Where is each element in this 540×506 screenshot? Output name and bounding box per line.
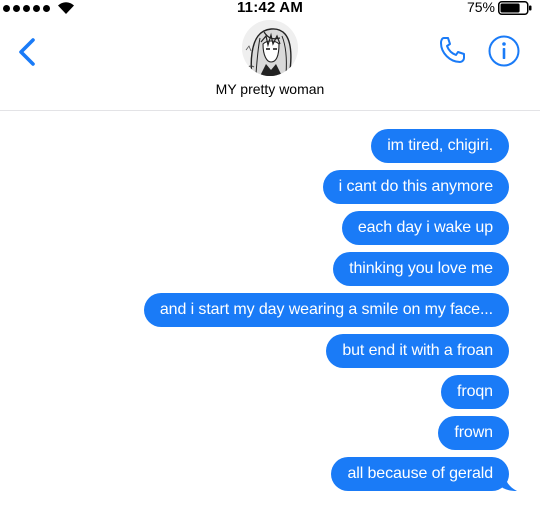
message-thread: im tired, chigiri. i cant do this anymor… [0, 110, 540, 506]
contact-avatar-image [242, 20, 298, 76]
sent-message-bubble[interactable]: all because of gerald [331, 457, 509, 491]
message-row: and i start my day wearing a smile on my… [143, 293, 509, 327]
sent-message-bubble[interactable]: frown [438, 416, 509, 450]
sent-message-bubble[interactable]: thinking you love me [333, 252, 509, 286]
message-row: thinking you love me [333, 252, 509, 286]
status-bar: 11:42 AM 75% [0, 0, 540, 18]
message-row: im tired, chigiri. [371, 129, 509, 163]
message-row: but end it with a froan [326, 334, 509, 368]
battery-percent: 75% [466, 0, 495, 15]
sent-message-bubble[interactable]: but end it with a froan [326, 334, 509, 368]
message-row: i cant do this anymore [322, 170, 509, 204]
message-row: froqn [441, 375, 509, 409]
message-row: each day i wake up [341, 211, 509, 245]
sent-message-bubble[interactable]: i cant do this anymore [322, 170, 509, 204]
status-time: 11:42 AM [236, 0, 304, 16]
message-row: all because of gerald [331, 457, 517, 491]
messages-screen: 11:42 AM 75% MY pretty woman im tired, c… [0, 0, 540, 506]
battery-icon [498, 1, 532, 15]
sent-message-bubble[interactable]: froqn [441, 375, 509, 409]
contact-name[interactable]: MY pretty woman [0, 81, 540, 97]
avatar[interactable] [242, 20, 298, 76]
message-row: frown [438, 416, 509, 450]
back-button[interactable] [16, 34, 40, 70]
sent-message-bubble[interactable]: and i start my day wearing a smile on my… [143, 293, 509, 327]
phone-icon[interactable] [437, 34, 469, 66]
info-icon[interactable] [487, 34, 521, 68]
conversation-header: MY pretty woman [0, 18, 540, 111]
sent-message-bubble[interactable]: im tired, chigiri. [371, 129, 509, 163]
sent-message-bubble[interactable]: each day i wake up [341, 211, 509, 245]
